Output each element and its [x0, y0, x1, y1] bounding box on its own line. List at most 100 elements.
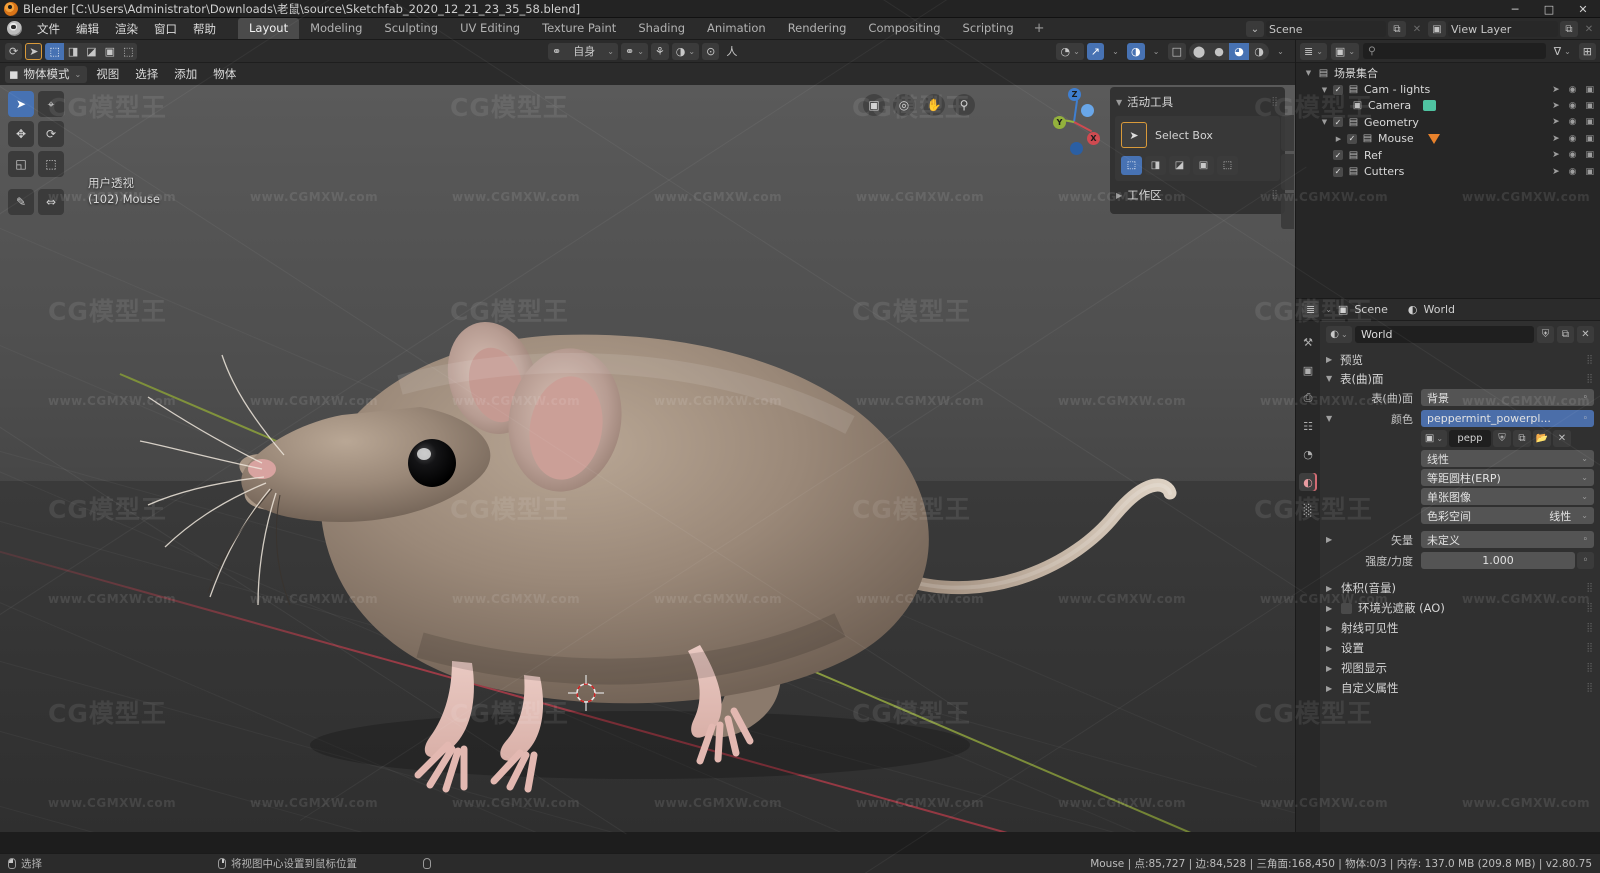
solid-shading-button[interactable]: ● [1209, 43, 1229, 60]
proportional-editing-toggle[interactable]: ◑ ⌄ [671, 42, 700, 60]
transform-orientation-dropdown[interactable]: ⚭ 自身 ⌄ [548, 42, 618, 60]
render-toggle-icon[interactable]: ▣ [1585, 101, 1594, 111]
person-icon[interactable]: 人 [722, 43, 741, 60]
shading-options-dropdown[interactable]: ⌄ [1272, 43, 1289, 60]
outliner-search-input[interactable]: ⚲ [1363, 43, 1546, 59]
rotate-tool-button[interactable]: ⟳ [38, 121, 64, 147]
toggle-camera-icon[interactable]: ◎ [893, 94, 915, 116]
material-preview-shading-button[interactable]: ◕ [1229, 43, 1249, 60]
tweak-tool-button[interactable]: ➤ [8, 91, 34, 117]
fake-user-button[interactable]: ⛨ [1493, 430, 1511, 447]
properties-tab-scene[interactable]: ◔ [1299, 445, 1317, 463]
animate-strength-button[interactable]: ◦ [1577, 552, 1594, 569]
menu-file[interactable]: 文件 [29, 19, 68, 39]
navigation-gizmo[interactable]: Z X Y [1043, 88, 1105, 155]
snap-target-dropdown[interactable]: ⚭ ⌄ [621, 42, 648, 60]
visibility-toggle-icon[interactable]: ◉ [1569, 167, 1577, 177]
select-toggle-icon[interactable]: ➤ [1552, 150, 1560, 160]
select-mode-set[interactable]: ⬚ [45, 42, 64, 60]
active-tool-panel-header[interactable]: ▼ 活动工具 ⣿ [1110, 91, 1285, 113]
scene-name-field[interactable]: Scene [1266, 21, 1386, 37]
outliner-row-scene-collection[interactable]: ▼ ▤ 场景集合 [1296, 65, 1600, 81]
menu-render[interactable]: 渲染 [107, 19, 146, 39]
view-layer-name-field[interactable]: View Layer [1448, 21, 1558, 37]
viewlayer-browse-icon[interactable]: ▣ [1428, 21, 1446, 37]
surface-panel-header[interactable]: ▼ 表(曲)面 ⣿ [1326, 369, 1594, 388]
xray-toggle[interactable]: □ [1167, 43, 1186, 60]
menu-edit[interactable]: 编辑 [68, 19, 107, 39]
unlink-image-button[interactable]: ✕ [1553, 430, 1571, 447]
scale-tool-button[interactable]: ◱ [8, 151, 34, 177]
zoom-view-icon[interactable]: ⚲ [953, 94, 975, 116]
visibility-toggle-icon[interactable]: ◉ [1569, 117, 1577, 127]
world-name-field[interactable]: World [1355, 326, 1534, 343]
gizmo-options-dropdown[interactable]: ⌄ [1107, 43, 1124, 60]
surface-shader-dropdown[interactable]: 背景 ◦ [1421, 389, 1594, 406]
animate-property-dot[interactable]: ◦ [1583, 535, 1588, 545]
3d-viewport[interactable]: ➤ ⌖ ✥ ⟳ ◱ ⬚ ✎ ⇔ 用户透视 (102) Mouse ▣ ◎ ✋ ⚲… [0, 85, 1295, 832]
strength-value-field[interactable]: 1.000 [1421, 552, 1575, 569]
sidebar-tab-tool[interactable] [1280, 154, 1294, 190]
expand-icon[interactable]: ▼ [1320, 86, 1329, 94]
gizmo-ball-y[interactable]: Y [1053, 116, 1066, 129]
image-browse-button[interactable]: ▣ ⌄ [1421, 430, 1447, 447]
select-toggle-icon[interactable]: ➤ [1552, 134, 1560, 144]
active-tool-icon[interactable]: ➤ [25, 42, 43, 60]
move-tool-button[interactable]: ✥ [8, 121, 34, 147]
gizmo-ball-x[interactable]: X [1087, 132, 1100, 145]
new-viewlayer-button[interactable]: ⧉ [1560, 21, 1578, 37]
tab-texture-paint[interactable]: Texture Paint [531, 18, 627, 39]
npanel-select-intersect[interactable]: ⬚ [1217, 156, 1238, 175]
unlink-scene-button[interactable]: ✕ [1408, 21, 1426, 37]
outliner-row-mouse[interactable]: ▶ ✓ ▤ Mouse ➤ ◉ ▣ [1296, 131, 1600, 147]
chevron-down-icon[interactable]: ▼ [1326, 414, 1340, 423]
minimize-button[interactable]: ─ [1498, 0, 1532, 18]
wireframe-shading-button[interactable]: ⬤ [1189, 43, 1209, 60]
visibility-toggle-icon[interactable]: ◉ [1569, 85, 1577, 95]
texture-name-field[interactable]: pepp [1449, 430, 1491, 447]
tab-rendering[interactable]: Rendering [777, 18, 858, 39]
gizmo-toggle[interactable]: ↗ [1086, 43, 1104, 60]
render-toggle-icon[interactable]: ▣ [1585, 167, 1594, 177]
extension-dropdown[interactable]: 单张图像 ⌄ [1421, 488, 1594, 505]
npanel-select-set[interactable]: ⬚ [1121, 156, 1142, 175]
exclude-checkbox[interactable]: ✓ [1333, 150, 1343, 161]
world-browse-button[interactable]: ◐ ⌄ [1326, 326, 1352, 343]
npanel-select-extend[interactable]: ◨ [1145, 156, 1166, 175]
color-texture-field[interactable]: peppermint_powerpl... ◦ [1421, 410, 1594, 427]
ao-enable-checkbox[interactable] [1341, 602, 1352, 614]
exclude-checkbox[interactable]: ✓ [1347, 133, 1357, 144]
annotate-tool-button[interactable]: ✎ [8, 189, 34, 215]
render-toggle-icon[interactable]: ▣ [1585, 117, 1594, 127]
blender-menu-icon[interactable] [7, 21, 22, 36]
viewport-menu-select[interactable]: 选择 [128, 64, 165, 84]
overlay-toggle[interactable]: ◑ [1126, 43, 1145, 60]
active-tool-row[interactable]: ➤ Select Box [1121, 122, 1274, 148]
select-toggle-icon[interactable]: ➤ [1552, 167, 1560, 177]
custom-properties-panel-header[interactable]: ▶ 自定义属性 ⣿ [1326, 678, 1594, 698]
select-mode-invert[interactable]: ▣ [100, 42, 120, 60]
visibility-dropdown[interactable]: ◔ ⌄ [1056, 43, 1084, 60]
editor-type-icon[interactable]: ⟳ [5, 42, 23, 60]
animate-property-dot[interactable]: ◦ [1583, 393, 1588, 403]
menu-window[interactable]: 窗口 [146, 19, 185, 39]
open-image-button[interactable]: 📂 [1533, 430, 1551, 447]
render-toggle-icon[interactable]: ▣ [1585, 85, 1594, 95]
visibility-toggle-icon[interactable]: ◉ [1569, 134, 1577, 144]
vector-field[interactable]: 未定义 ◦ [1421, 531, 1594, 548]
interpolation-dropdown[interactable]: 线性 ⌄ [1421, 450, 1594, 467]
interaction-mode-dropdown[interactable]: ◼ 物体模式 ⌄ [5, 65, 88, 83]
outliner-row-ref[interactable]: ✓ ▤ Ref ➤ ◉ ▣ [1296, 147, 1600, 163]
select-toggle-icon[interactable]: ➤ [1552, 101, 1560, 111]
tab-animation[interactable]: Animation [696, 18, 777, 39]
workspace-panel-header[interactable]: ▶ 工作区 ⣿ [1110, 184, 1285, 206]
transform-tool-button[interactable]: ⬚ [38, 151, 64, 177]
new-image-button[interactable]: ⧉ [1513, 430, 1531, 447]
fake-user-button[interactable]: ⛨ [1537, 326, 1554, 343]
outliner-row-cutters[interactable]: ✓ ▤ Cutters ➤ ◉ ▣ [1296, 163, 1600, 179]
pivot-point-dropdown[interactable]: ⊙ [702, 42, 720, 60]
viewport-display-panel-header[interactable]: ▶ 视图显示 ⣿ [1326, 658, 1594, 678]
breadcrumb-world[interactable]: World [1423, 303, 1455, 316]
add-workspace-button[interactable]: + [1025, 19, 1054, 38]
properties-tab-tool[interactable]: ⚒ [1299, 333, 1317, 351]
